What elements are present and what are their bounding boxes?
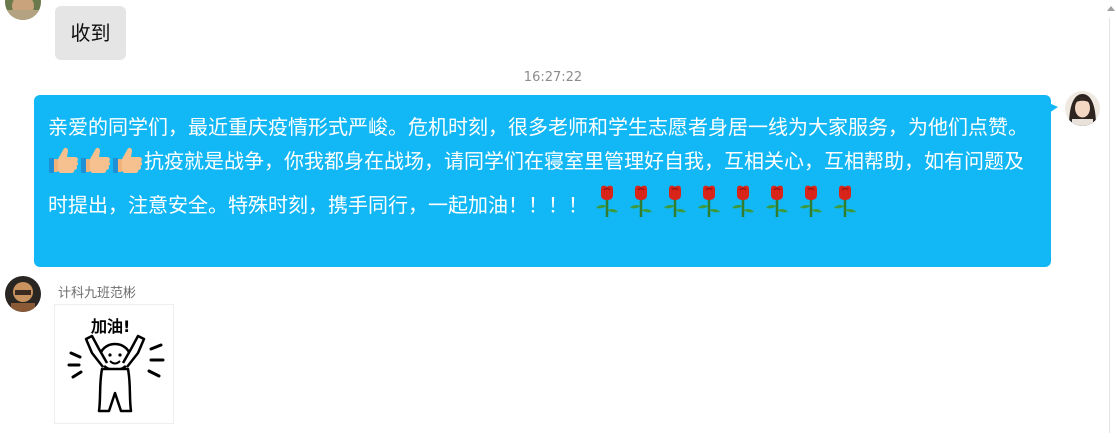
avatar[interactable] (5, 276, 41, 312)
message-text: 收到 (70, 21, 111, 45)
message-bubble-self[interactable]: 亲爱的同学们，最近重庆疫情形式严峻。危机时刻，很多老师和学生志愿者身居一线为大家… (34, 95, 1051, 267)
rose-icon (728, 184, 758, 228)
rose-icon (762, 184, 792, 228)
sticker-image[interactable]: 加油! (54, 304, 174, 424)
thumbs-up-icon (80, 146, 112, 184)
rose-icon (830, 184, 860, 228)
avatar[interactable] (5, 0, 41, 20)
message-bubble[interactable]: 收到 (55, 6, 126, 60)
thumbs-up-emojis (48, 147, 144, 173)
scroll-up-arrow-icon[interactable] (1107, 6, 1115, 11)
rose-icon (626, 184, 656, 228)
chat-window: 收到 16:27:22 亲爱的同学们，最近重庆疫情形式严峻。危机时刻，很多老师和… (0, 0, 1116, 438)
vertical-scrollbar[interactable] (1104, 0, 1116, 438)
bubble-tail (1049, 103, 1058, 113)
message-text: 抗疫就是战争，你我都身在战场，请同学们在寝室里管理好自我，互相关心，互相帮助，如… (48, 149, 1024, 217)
message-timestamp: 16:27:22 (523, 70, 583, 85)
message-text: 亲爱的同学们，最近重庆疫情形式严峻。危机时刻，很多老师和学生志愿者身居一线为大家… (48, 115, 1028, 139)
rose-icon (796, 184, 826, 228)
avatar-self[interactable] (1065, 91, 1100, 126)
sticker-text: 加油! (90, 317, 130, 336)
thumbs-up-icon (112, 146, 144, 184)
rose-icon (592, 184, 622, 228)
sender-name: 计科九班范彬 (58, 286, 137, 301)
rose-icon (694, 184, 724, 228)
rose-icon (660, 184, 690, 228)
scroll-track[interactable] (1109, 18, 1110, 433)
thumbs-up-icon (48, 146, 80, 184)
rose-emojis (588, 185, 860, 217)
